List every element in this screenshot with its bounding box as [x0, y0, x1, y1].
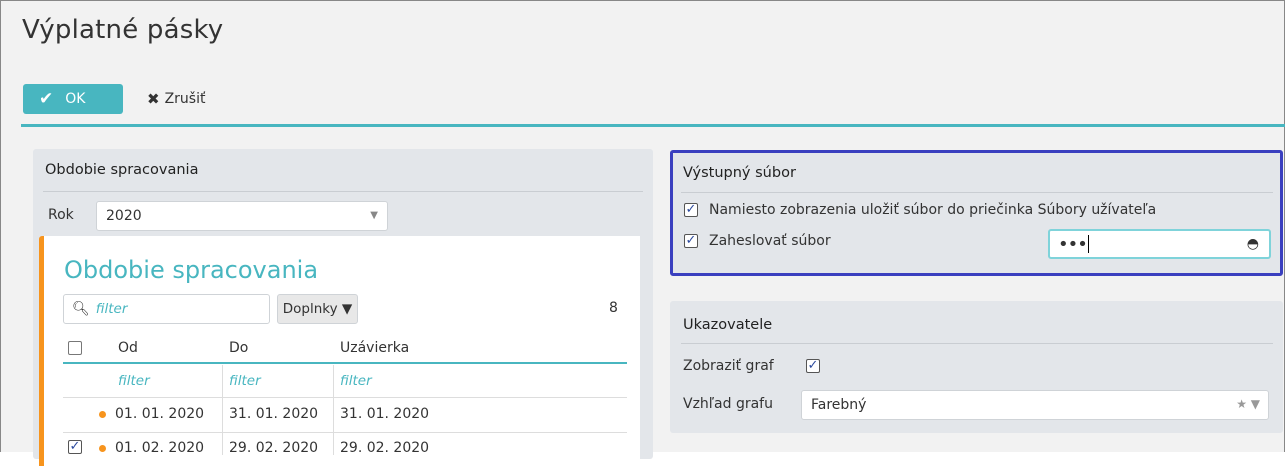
ok-button-label: OK	[65, 91, 86, 107]
ok-button[interactable]: ✔ OK	[23, 84, 123, 114]
period-panel-title: Obdobie spracovania	[45, 162, 199, 178]
text-cursor	[1087, 235, 1089, 253]
save-file-checkbox[interactable]: ✓	[684, 203, 698, 217]
password-checkbox[interactable]: ✓	[684, 234, 698, 248]
column-header-uzavierka[interactable]: Uzávierka	[340, 340, 409, 356]
graph-view-label: Vzhľad grafu	[683, 396, 773, 412]
rok-select[interactable]: 2020 ▼	[96, 201, 388, 231]
select-all-checkbox[interactable]	[68, 341, 82, 355]
search-icon: 🔍︎	[72, 301, 90, 317]
show-graph-checkbox[interactable]: ✓	[806, 359, 820, 373]
rok-label: Rok	[48, 207, 74, 223]
doplnky-button[interactable]: Doplnky ▼	[277, 294, 358, 324]
record-count: 8	[609, 300, 618, 316]
eye-icon[interactable]: ◓	[1247, 236, 1259, 252]
cell-uzavierka[interactable]: 31. 01. 2020	[340, 406, 429, 422]
filter-od[interactable]: filter	[118, 373, 150, 389]
cell-od[interactable]: 01. 02. 2020	[115, 440, 204, 456]
star-chevron-down-icon: ★ ▼	[1236, 397, 1260, 411]
header-divider	[63, 362, 627, 364]
toolbar-divider	[21, 124, 1285, 127]
save-file-label: Namiesto zobrazenia uložiť súbor do prie…	[709, 202, 1157, 218]
graph-view-select[interactable]: Farebný ★ ▼	[801, 390, 1269, 420]
status-dot	[99, 445, 106, 452]
divider	[681, 192, 1273, 193]
rok-value: 2020	[106, 208, 142, 224]
card-title: Obdobie spracovania	[64, 256, 319, 284]
filter-do[interactable]: filter	[229, 373, 261, 389]
password-input[interactable]: ••• ◓	[1048, 229, 1271, 259]
column-header-do[interactable]: Do	[229, 340, 248, 356]
cell-uzavierka[interactable]: 29. 02. 2020	[340, 440, 429, 456]
check-icon: ✔	[39, 89, 54, 109]
page-title: Výplatné pásky	[22, 15, 224, 45]
cancel-button[interactable]: ✖ Zrušiť	[147, 84, 205, 114]
cell-od[interactable]: 01. 01. 2020	[115, 406, 204, 422]
show-graph-label: Zobraziť graf	[683, 358, 774, 374]
indicators-panel-title: Ukazovatele	[683, 317, 773, 333]
divider	[63, 432, 627, 433]
divider	[681, 343, 1273, 344]
cancel-button-label: Zrušiť	[164, 91, 206, 107]
cell-do[interactable]: 29. 02. 2020	[229, 440, 318, 456]
password-value: •••	[1058, 233, 1088, 255]
status-dot	[99, 411, 106, 418]
divider	[43, 191, 643, 192]
graph-view-value: Farebný	[811, 397, 867, 413]
search-placeholder: filter	[95, 301, 128, 317]
divider	[63, 397, 627, 398]
search-input[interactable]: 🔍︎ filter	[63, 294, 270, 324]
filter-uzavierka[interactable]: filter	[340, 373, 372, 389]
password-label: Zaheslovať súbor	[709, 233, 831, 249]
divider	[222, 365, 223, 455]
chevron-down-icon: ▼	[370, 210, 378, 221]
divider	[333, 365, 334, 455]
output-panel-title: Výstupný súbor	[683, 165, 796, 181]
dialog-window: Výplatné pásky ✔ OK ✖ Zrušiť Obdobie spr…	[0, 0, 1285, 466]
cell-do[interactable]: 31. 01. 2020	[229, 406, 318, 422]
close-icon: ✖	[147, 90, 160, 108]
column-header-od[interactable]: Od	[118, 340, 138, 356]
